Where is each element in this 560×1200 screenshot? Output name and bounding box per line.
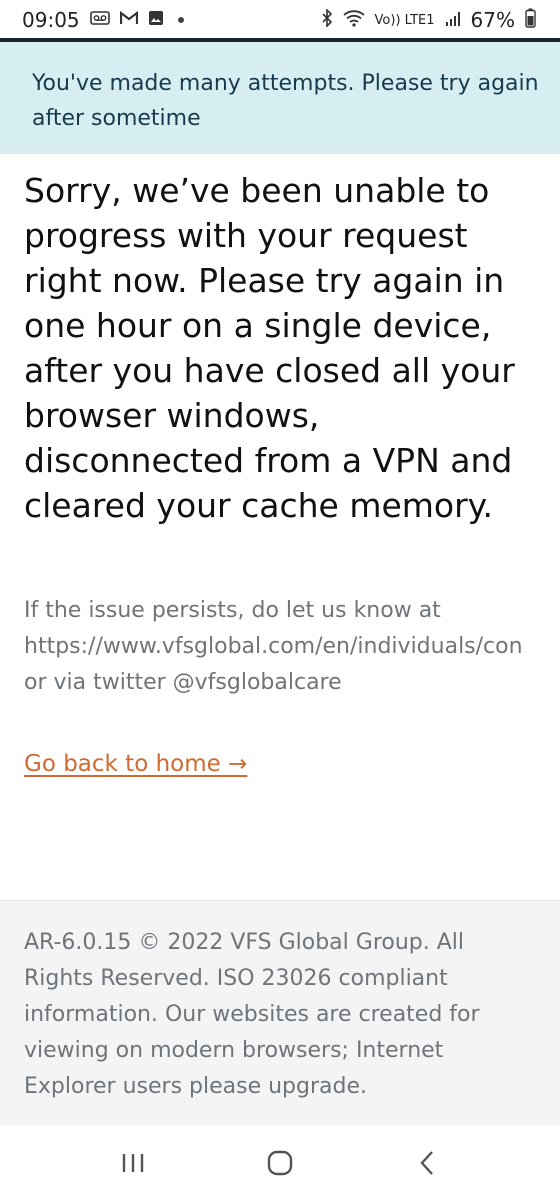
help-text: If the issue persists, do let us know at… bbox=[24, 593, 560, 701]
back-icon[interactable] bbox=[397, 1133, 457, 1193]
status-left: 09:05 bbox=[22, 8, 184, 32]
signal-icon bbox=[445, 8, 461, 32]
attempts-alert: You've made many attempts. Please try ag… bbox=[0, 42, 560, 154]
status-right: Vo)) LTE1 67% bbox=[321, 8, 536, 33]
wifi-icon bbox=[342, 8, 365, 32]
go-back-home-link[interactable]: Go back to home → bbox=[24, 746, 247, 782]
footer-text: AR-6.0.15 © 2022 VFS Global Group. All R… bbox=[24, 930, 480, 1099]
status-time: 09:05 bbox=[22, 8, 80, 32]
help-line-1: If the issue persists, do let us know at bbox=[24, 598, 441, 623]
footer: AR-6.0.15 © 2022 VFS Global Group. All R… bbox=[0, 900, 560, 1125]
error-message: Sorry, we’ve been unable to progress wit… bbox=[24, 171, 515, 525]
alert-line-2: after sometime bbox=[32, 106, 201, 131]
gmail-icon bbox=[119, 10, 138, 30]
bluetooth-icon bbox=[321, 8, 333, 32]
help-line-3: or via twitter @vfsglobalcare bbox=[24, 670, 342, 695]
battery-icon bbox=[525, 8, 536, 33]
gallery-icon bbox=[148, 10, 164, 31]
home-icon[interactable] bbox=[250, 1133, 310, 1193]
battery-percent: 67% bbox=[470, 8, 515, 32]
status-bar: 09:05 Vo)) LTE1 67% bbox=[0, 0, 560, 40]
voicemail-icon bbox=[89, 10, 110, 30]
recent-apps-icon[interactable] bbox=[103, 1133, 163, 1193]
notification-dot bbox=[177, 17, 184, 23]
help-line-2[interactable]: https://www.vfsglobal.com/en/individuals… bbox=[24, 629, 560, 665]
alert-line-1: You've made many attempts. Please try ag… bbox=[32, 71, 539, 96]
system-nav-bar bbox=[0, 1125, 560, 1200]
volte-icon: Vo)) LTE1 bbox=[374, 12, 435, 28]
